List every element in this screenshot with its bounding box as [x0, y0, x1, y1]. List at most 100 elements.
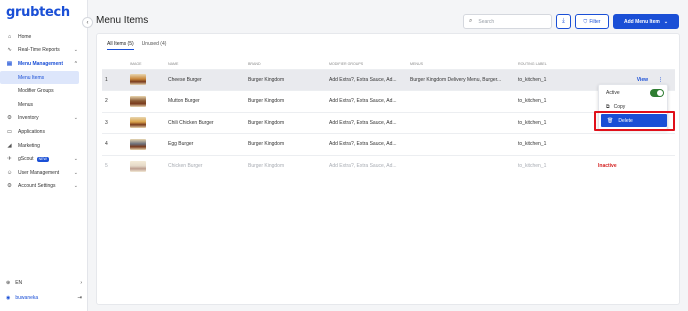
sidebar: grubtech ⌂ Home ∿ Real-Time Reports ⌄ ▤ Menu M…	[0, 0, 88, 311]
chevron-down-icon: ⌄	[663, 18, 669, 25]
item-modifier-groups-cell: Add Extra?, Extra Sauce, Ad...	[329, 154, 410, 177]
sidebar-subitem-modifier-groups[interactable]: Modifier Groups	[0, 84, 87, 98]
add-menu-item-label: Add Menu Item	[623, 18, 660, 25]
table-row[interactable]: 3 Chili Chicken Burger Burger Kingdom Add E…	[102, 111, 675, 134]
search-input[interactable]: ⌕ Search	[463, 14, 552, 29]
item-modifier-groups: Add Extra?, Extra Sauce, Ad...	[329, 163, 397, 169]
column-header-name: NAME	[168, 61, 179, 66]
item-modifier-groups-cell: Add Extra?, Extra Sauce, Ad...	[329, 133, 410, 155]
menu-item-thumbnail	[130, 160, 146, 172]
page-title: Menu Items	[96, 15, 149, 26]
sidebar-item-home[interactable]: ⌂ Home	[0, 30, 87, 44]
column-header-routing-label: ROUTING LABEL	[518, 61, 547, 66]
table-row[interactable]: 4 Egg Burger Burger Kingdom Add Extra?, Ext…	[102, 133, 675, 155]
row-number-cell: 3	[102, 111, 130, 134]
row-number-cell: 4	[102, 133, 130, 155]
item-menus-cell	[410, 111, 518, 134]
search-placeholder: Search	[478, 18, 495, 25]
column-header-actions	[598, 59, 675, 69]
user-profile[interactable]: ◉ buwaneka ⇥	[6, 295, 82, 301]
tab-bar: All Items (5) Unused (4)	[107, 41, 166, 50]
item-name-cell: Cheese Burger	[168, 68, 248, 91]
image-cell	[130, 68, 168, 91]
row-number-cell: 2	[102, 90, 130, 112]
active-toggle[interactable]	[650, 89, 664, 97]
tab-all-items[interactable]: All Items (5)	[107, 41, 134, 50]
sidebar-item-label: Real-Time Reports	[18, 47, 60, 54]
item-routing-label-cell: to_kitchen_1	[518, 133, 598, 155]
sidebar-subitem-menus[interactable]: Menus	[0, 98, 87, 112]
tab-unused[interactable]: Unused (4)	[142, 41, 167, 50]
item-modifier-groups: Add Extra?, Extra Sauce, Ad...	[329, 119, 397, 126]
item-brand: Burger Kingdom	[248, 163, 285, 169]
item-routing-label-cell: to_kitchen_1	[518, 68, 598, 91]
column-header-brand: BRAND	[248, 61, 261, 66]
row-number-cell: 1	[102, 68, 130, 91]
menu-item-thumbnail	[130, 74, 146, 86]
item-routing-label-cell: to_kitchen_1	[518, 154, 598, 177]
sidebar-item-account-settings[interactable]: ⚙ Account Settings ⌄	[0, 180, 87, 194]
menu-item-thumbnail	[130, 117, 146, 129]
image-cell	[130, 133, 168, 155]
item-modifier-groups-cell: Add Extra?, Extra Sauce, Ad...	[329, 90, 410, 112]
column-header-menus: MENUS	[410, 61, 423, 66]
item-modifier-groups: Add Extra?, Extra Sauce, Ad...	[329, 141, 397, 148]
sidebar-item-gscout[interactable]: ✈ gScout NEW ⌄	[0, 152, 87, 166]
item-brand-cell: Burger Kingdom	[248, 90, 329, 112]
item-name: Chicken Burger	[168, 163, 203, 169]
sidebar-collapse-button[interactable]: ‹	[82, 17, 93, 28]
item-menus-cell	[410, 133, 518, 155]
view-link[interactable]: View	[637, 77, 648, 83]
item-routing-label: to_kitchen_1	[518, 163, 547, 169]
item-brand: Burger Kingdom	[248, 119, 285, 126]
row-number: 2	[105, 98, 108, 105]
sidebar-item-label: Marketing	[18, 142, 40, 149]
add-menu-item-button[interactable]: Add Menu Item ⌄	[613, 14, 679, 29]
item-brand: Burger Kingdom	[248, 76, 285, 83]
menu-items-panel: All Items (5) Unused (4) IMAGE NAME BRAN…	[96, 33, 680, 305]
menu-book-icon: ▤	[6, 60, 13, 67]
more-options-icon[interactable]: ⋮	[658, 77, 663, 83]
status-badge: Inactive	[598, 163, 617, 169]
item-brand-cell: Burger Kingdom	[248, 68, 329, 91]
settings-icon: ⚙	[7, 183, 12, 190]
sidebar-item-inventory[interactable]: ⚙ Inventory ⌄	[0, 112, 87, 126]
chevron-down-icon: ⌄	[73, 183, 78, 190]
copy-menu-item[interactable]: ⧉ Copy	[606, 104, 625, 110]
item-menus-cell	[410, 90, 518, 112]
sidebar-item-real-time-reports[interactable]: ∿ Real-Time Reports ⌄	[0, 44, 87, 58]
chevron-up-icon: ⌃	[73, 60, 78, 67]
sidebar-item-menu-management[interactable]: ▤ Menu Management ⌃	[0, 57, 87, 71]
megaphone-icon: ◢	[7, 142, 12, 149]
item-modifier-groups: Add Extra?, Extra Sauce, Ad...	[329, 98, 397, 105]
item-brand-cell: Burger Kingdom	[248, 154, 329, 177]
logout-icon[interactable]: ⇥	[77, 295, 82, 301]
toggle-knob	[657, 90, 663, 96]
sidebar-item-applications[interactable]: ▭ Applications	[0, 125, 87, 139]
item-name: Chili Chicken Burger	[168, 119, 214, 126]
sidebar-item-marketing[interactable]: ◢ Marketing	[0, 139, 87, 153]
sidebar-subitem-menu-items[interactable]: Menu Items	[0, 70, 79, 85]
download-button[interactable]: ⤓	[556, 14, 571, 29]
copy-label: Copy	[613, 104, 626, 110]
table-row[interactable]: 1 Cheese Burger Burger Kingdom Add Extra?, …	[102, 68, 675, 91]
table-row[interactable]: 5 Chicken Burger Burger Kingdom Add Extra?,…	[102, 154, 675, 177]
item-modifier-groups-cell: Add Extra?, Extra Sauce, Ad...	[329, 111, 410, 134]
item-name-cell: Chicken Burger	[168, 154, 248, 177]
chevron-right-icon: ›	[80, 280, 82, 286]
sidebar-item-label: Applications	[18, 128, 45, 135]
globe-icon: ⊕	[6, 280, 11, 286]
image-cell	[130, 111, 168, 134]
item-name: Mutton Burger	[168, 98, 200, 105]
filter-button[interactable]: ⛉ Filter	[575, 14, 609, 29]
user-icon: ☺	[6, 169, 13, 176]
item-name-cell: Egg Burger	[168, 133, 248, 155]
item-routing-label-cell: to_kitchen_1	[518, 90, 598, 112]
copy-icon: ⧉	[606, 104, 610, 110]
language-selector[interactable]: ⊕ EN ›	[6, 280, 82, 286]
item-menus-cell	[410, 154, 518, 177]
sidebar-item-user-management[interactable]: ☺ User Management ⌄	[0, 166, 87, 180]
row-number-cell: 5	[102, 154, 130, 177]
table-row[interactable]: 2 Mutton Burger Burger Kingdom Add Extra?, …	[102, 90, 675, 112]
item-routing-label: to_kitchen_1	[518, 141, 547, 148]
